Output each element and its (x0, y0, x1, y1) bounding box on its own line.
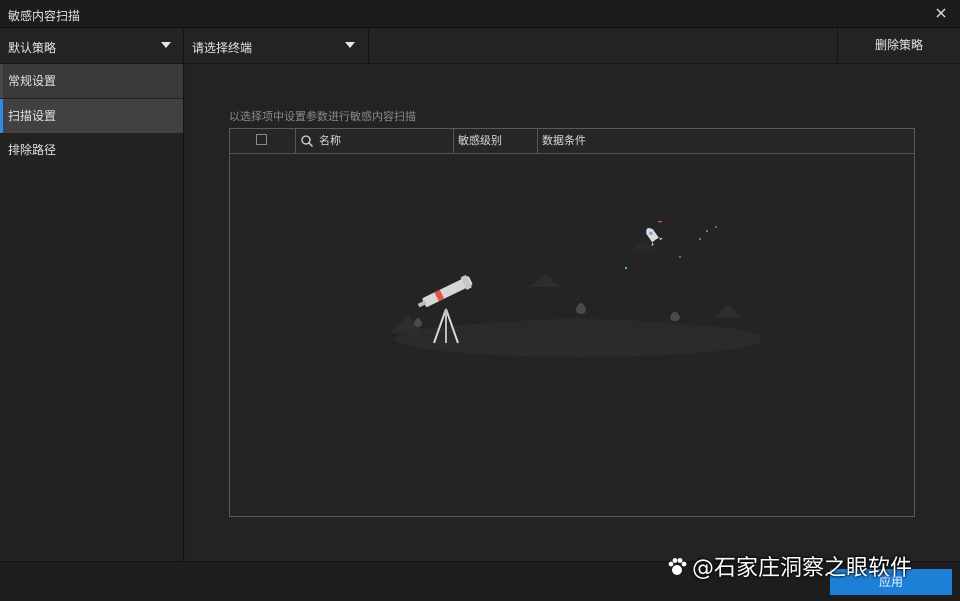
search-icon[interactable] (300, 134, 314, 148)
policy-select[interactable]: 默认策略 (0, 28, 184, 63)
toolbar: 默认策略 请选择终端 删除策略 (0, 28, 960, 64)
rules-table: 名称 敏感级别 数据条件 (229, 128, 915, 517)
table-header: 名称 敏感级别 数据条件 (230, 129, 914, 154)
title-bar: 敏感内容扫描 (0, 0, 960, 28)
terminal-select-value: 请选择终端 (192, 41, 253, 55)
main-panel: 以选择项中设置参数进行敏感内容扫描 名称 敏感级别 数据条件 (185, 64, 960, 561)
select-all-checkbox[interactable] (256, 134, 267, 145)
sidebar-item-general[interactable]: 常规设置 (0, 64, 183, 98)
sidebar-item-scan[interactable]: 扫描设置 (0, 99, 183, 133)
scan-hint-text: 以选择项中设置参数进行敏感内容扫描 (229, 110, 416, 123)
sidebar: 常规设置 扫描设置 排除路径 (0, 64, 184, 561)
empty-state-illustration (390, 221, 760, 357)
column-divider (295, 129, 296, 153)
window-title: 敏感内容扫描 (8, 9, 81, 23)
column-divider (453, 129, 454, 153)
column-divider (537, 129, 538, 153)
policy-select-value: 默认策略 (8, 41, 57, 55)
sidebar-item-exclude-paths[interactable]: 排除路径 (0, 133, 183, 167)
terminal-select[interactable]: 请选择终端 (184, 28, 369, 63)
watermark-text: @石家庄洞察之眼软件 (692, 556, 913, 581)
column-header-level[interactable]: 敏感级别 (458, 129, 502, 153)
column-header-name[interactable]: 名称 (319, 129, 341, 153)
chevron-down-icon (345, 42, 355, 48)
paw-logo-icon (666, 556, 688, 584)
watermark: @石家庄洞察之眼软件 (666, 550, 912, 584)
delete-policy-button[interactable]: 删除策略 (837, 28, 960, 63)
column-header-condition[interactable]: 数据条件 (542, 129, 586, 153)
close-icon[interactable] (932, 4, 950, 22)
chevron-down-icon (161, 42, 171, 48)
